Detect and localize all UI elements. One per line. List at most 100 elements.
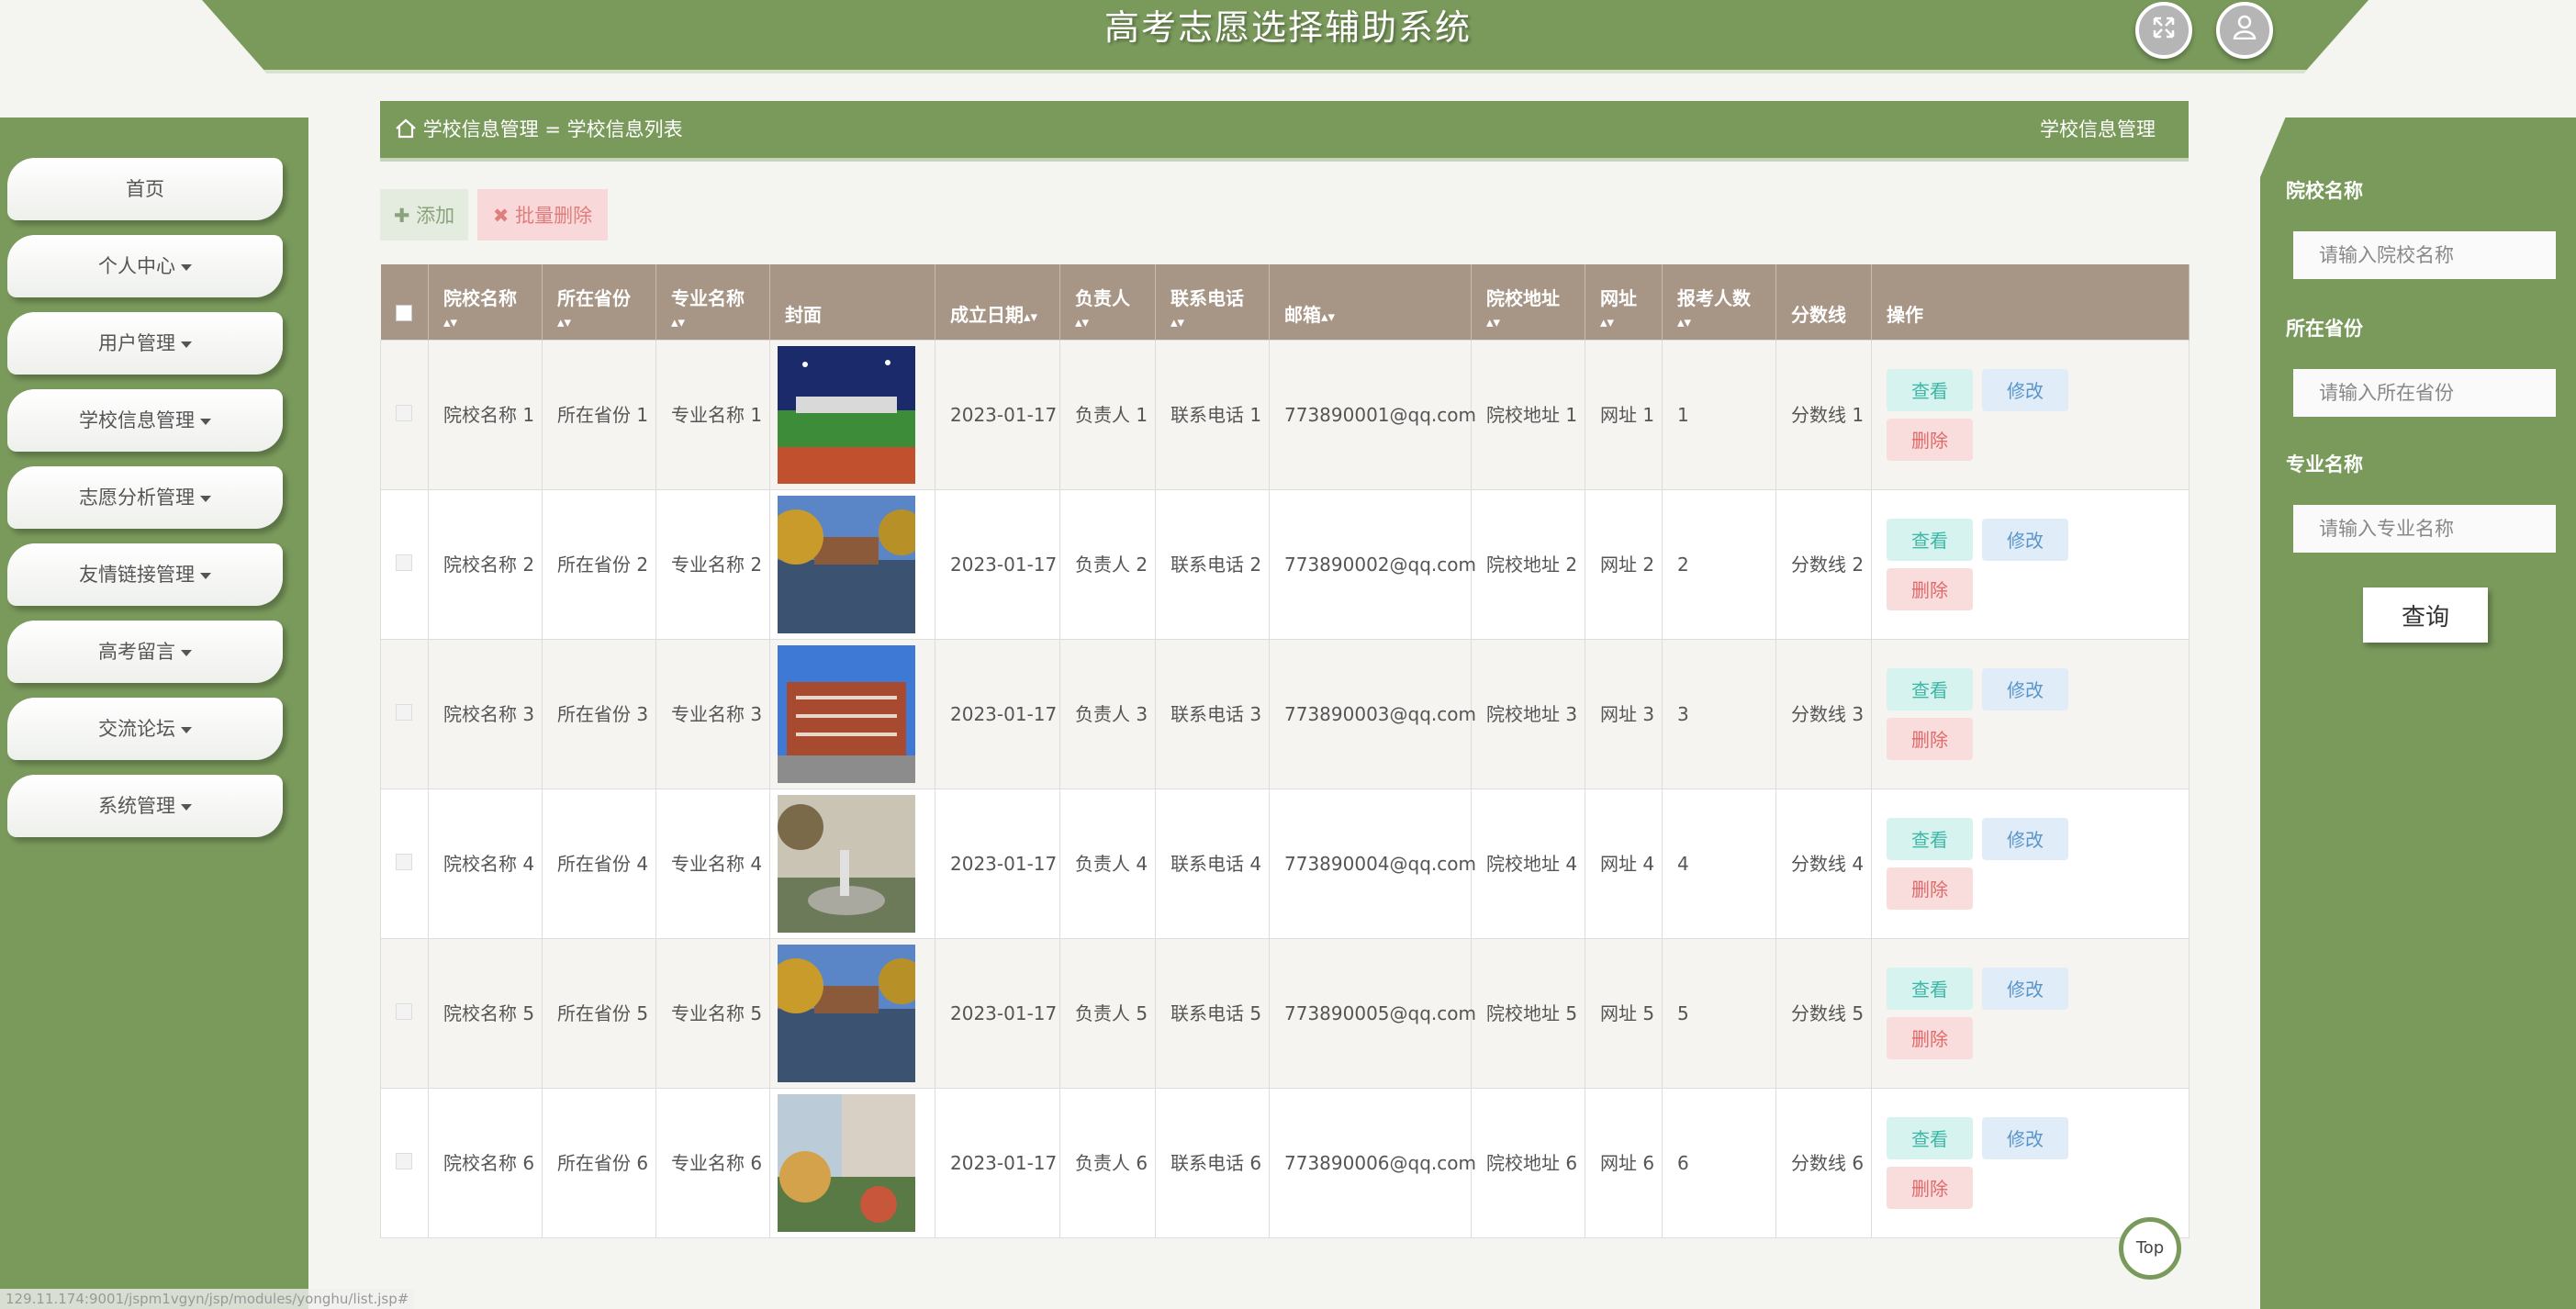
major-cell: 专业名称 1 [655, 339, 770, 490]
delete-button[interactable]: 删除 [1887, 717, 1973, 760]
sort-icon[interactable]: ▴▾ [1024, 308, 1037, 325]
delete-button[interactable]: 删除 [1887, 418, 1973, 461]
column-header-label: 所在省份 [557, 286, 631, 309]
row-select-cell[interactable] [380, 339, 429, 490]
home-icon[interactable] [395, 118, 423, 140]
row-checkbox[interactable] [396, 1002, 412, 1020]
close-icon: ✖ [492, 205, 510, 227]
row-select-cell[interactable] [380, 488, 429, 640]
row-checkbox[interactable] [396, 554, 412, 571]
sort-icon[interactable]: ▴▾ [443, 314, 542, 330]
applicant-count-cell: 1 [1662, 339, 1776, 490]
delete-button[interactable]: 删除 [1887, 567, 1973, 610]
row-checkbox[interactable] [396, 853, 412, 870]
sidebar-item[interactable]: 交流论坛 [7, 698, 283, 760]
table-row: 院校名称 2 所在省份 2 专业名称 2 2023-01-17 负责人 2 联系电话 27… [380, 488, 2190, 640]
add-button[interactable]: ✚ 添加 [380, 189, 468, 241]
column-header[interactable]: 联系电话 ▴▾ [1155, 264, 1270, 340]
sidebar-item[interactable]: 系统管理 [7, 775, 283, 837]
sort-icon[interactable]: ▴▾ [671, 314, 769, 330]
sort-icon[interactable]: ▴▾ [1677, 314, 1775, 330]
edit-button[interactable]: 修改 [1982, 667, 2068, 710]
row-select-cell[interactable] [380, 1087, 429, 1238]
cover-cell [769, 638, 935, 789]
applicant-count-cell: 2 [1662, 488, 1776, 640]
sidebar-item[interactable]: 用户管理 [7, 312, 283, 375]
column-header[interactable]: 院校名称 ▴▾ [428, 264, 543, 340]
sort-icon[interactable]: ▴▾ [1600, 314, 1662, 330]
sort-icon[interactable]: ▴▾ [1170, 314, 1269, 330]
sidebar-item[interactable]: 志愿分析管理 [7, 466, 283, 529]
sidebar-item-label: 首页 [126, 178, 164, 200]
school-name-input[interactable] [2293, 231, 2556, 279]
score-line-cell: 分数线 1 [1775, 339, 1872, 490]
column-header[interactable]: 邮箱▴▾ [1269, 264, 1472, 340]
column-header[interactable]: 网址 ▴▾ [1585, 264, 1663, 340]
sidebar-item[interactable]: 个人中心 [7, 235, 283, 297]
url-cell: 网址 4 [1585, 788, 1663, 939]
status-bar-url: 129.11.174:9001/jspm1vgyn/jsp/modules/yo… [0, 1289, 415, 1309]
row-checkbox[interactable] [396, 404, 412, 421]
column-header[interactable]: 院校地址 ▴▾ [1471, 264, 1585, 340]
breadcrumb-home[interactable]: 学校信息管理 [423, 118, 539, 140]
user-button[interactable] [2216, 2, 2273, 59]
column-header[interactable]: 负责人 ▴▾ [1059, 264, 1156, 340]
row-select-cell[interactable] [380, 638, 429, 789]
view-button[interactable]: 查看 [1887, 817, 1973, 860]
batch-delete-button[interactable]: ✖ 批量删除 [477, 189, 608, 241]
select-all-cell[interactable] [380, 264, 429, 340]
school-name-cell: 院校名称 3 [428, 638, 543, 789]
right-search-panel [2260, 117, 2576, 1309]
breadcrumb-right-title: 学校信息管理 [2040, 118, 2156, 140]
sidebar-item[interactable]: 首页 [7, 158, 283, 220]
fullscreen-button[interactable] [2135, 2, 2192, 59]
query-button[interactable]: 查询 [2363, 587, 2488, 643]
edit-button[interactable]: 修改 [1982, 518, 2068, 561]
view-button[interactable]: 查看 [1887, 667, 1973, 710]
delete-button[interactable]: 删除 [1887, 1016, 1973, 1059]
column-header[interactable]: 成立日期▴▾ [935, 264, 1060, 340]
sort-icon[interactable]: ▴▾ [1486, 314, 1585, 330]
contact-person-cell: 负责人 4 [1059, 788, 1156, 939]
user-icon [2233, 14, 2257, 47]
view-button[interactable]: 查看 [1887, 967, 1973, 1010]
column-header[interactable]: 专业名称 ▴▾ [655, 264, 770, 340]
row-checkbox[interactable] [396, 703, 412, 721]
column-header[interactable]: 报考人数 ▴▾ [1662, 264, 1776, 340]
address-cell: 院校地址 4 [1471, 788, 1585, 939]
back-to-top-button[interactable]: Top [2119, 1217, 2181, 1280]
edit-button[interactable]: 修改 [1982, 817, 2068, 860]
major-cell: 专业名称 2 [655, 488, 770, 640]
row-select-cell[interactable] [380, 937, 429, 1089]
phone-cell: 联系电话 1 [1155, 339, 1270, 490]
edit-button[interactable]: 修改 [1982, 368, 2068, 411]
view-button[interactable]: 查看 [1887, 1116, 1973, 1159]
sidebar-item-label: 系统管理 [98, 795, 175, 817]
sort-icon[interactable]: ▴▾ [1075, 314, 1155, 330]
province-input[interactable] [2293, 369, 2556, 417]
address-cell: 院校地址 6 [1471, 1087, 1585, 1238]
sort-icon[interactable]: ▴▾ [1321, 308, 1335, 325]
address-cell: 院校地址 1 [1471, 339, 1585, 490]
sidebar-item[interactable]: 学校信息管理 [7, 389, 283, 452]
sidebar-item[interactable]: 友情链接管理 [7, 543, 283, 606]
sidebar-item-label: 学校信息管理 [79, 409, 195, 431]
view-button[interactable]: 查看 [1887, 518, 1973, 561]
delete-button[interactable]: 删除 [1887, 1166, 1973, 1209]
caret-down-icon [200, 418, 211, 425]
view-button[interactable]: 查看 [1887, 368, 1973, 411]
column-header-label: 院校地址 [1486, 286, 1560, 309]
actions-cell: 查看 修改 删除 [1871, 937, 2190, 1089]
caret-down-icon [181, 649, 192, 656]
column-header[interactable]: 所在省份 ▴▾ [542, 264, 656, 340]
caret-down-icon [181, 341, 192, 348]
delete-button[interactable]: 删除 [1887, 867, 1973, 910]
select-all-checkbox[interactable] [395, 304, 412, 321]
major-input[interactable] [2293, 505, 2556, 553]
edit-button[interactable]: 修改 [1982, 1116, 2068, 1159]
sort-icon[interactable]: ▴▾ [557, 314, 655, 330]
row-checkbox[interactable] [396, 1152, 412, 1169]
row-select-cell[interactable] [380, 788, 429, 939]
edit-button[interactable]: 修改 [1982, 967, 2068, 1010]
sidebar-item[interactable]: 高考留言 [7, 621, 283, 683]
